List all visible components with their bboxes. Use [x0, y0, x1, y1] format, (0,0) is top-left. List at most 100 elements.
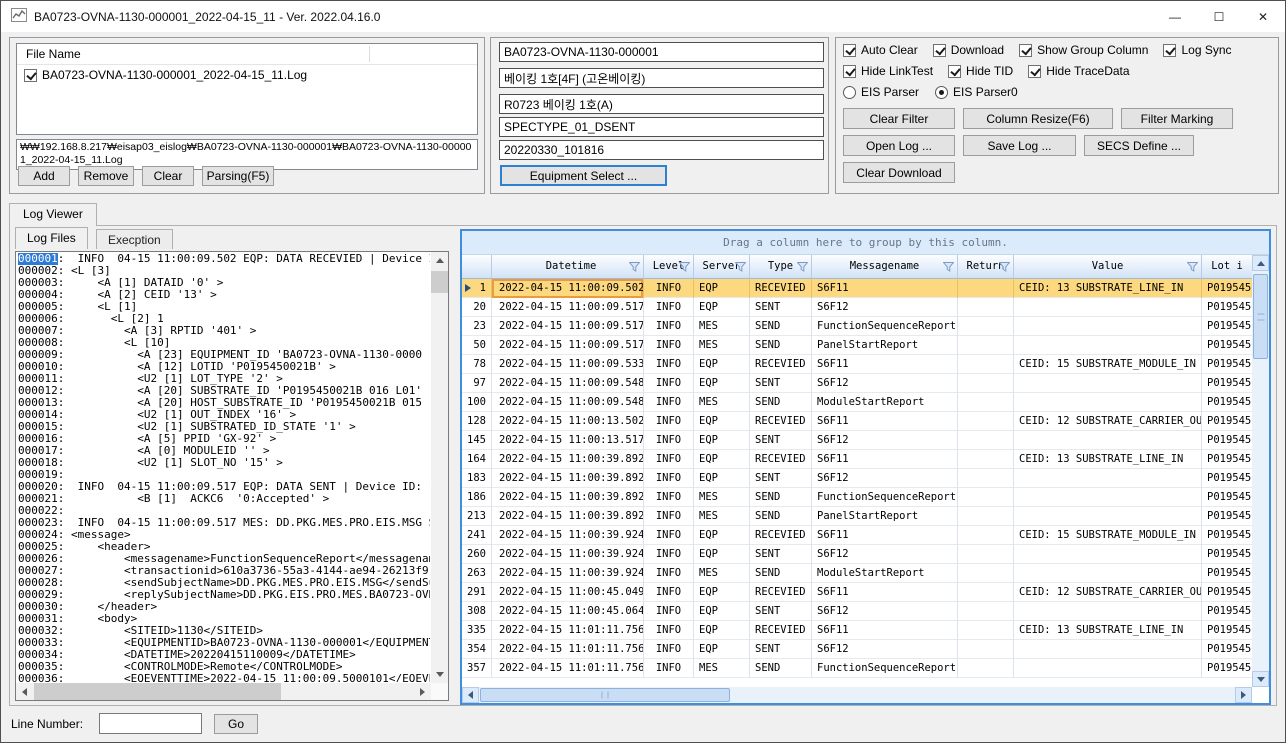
- grid-header-lot[interactable]: Lot i: [1202, 255, 1252, 279]
- checkbox-2[interactable]: Show Group Column: [1019, 43, 1148, 57]
- grid-scroll-down-icon[interactable]: [1252, 671, 1269, 687]
- filter-marking-button[interactable]: Filter Marking: [1121, 108, 1233, 129]
- secs-define-button[interactable]: SECS Define ...: [1084, 135, 1194, 156]
- radio-parser-0[interactable]: EIS Parser: [843, 85, 919, 99]
- equipment-field-5[interactable]: [499, 140, 824, 160]
- line-number-input[interactable]: [99, 713, 202, 734]
- open-log-button[interactable]: Open Log ...: [843, 135, 955, 156]
- table-row[interactable]: 12022-04-15 11:00:09.502INFOEQPRECEVIEDS…: [462, 279, 1252, 298]
- filter-icon[interactable]: [797, 262, 808, 272]
- clear-filter-button[interactable]: Clear Filter: [843, 108, 955, 129]
- remove-button[interactable]: Remove: [78, 166, 134, 186]
- checkbox-icon[interactable]: [933, 44, 946, 57]
- table-row[interactable]: 232022-04-15 11:00:09.517INFOMESSENDFunc…: [462, 317, 1252, 336]
- table-row[interactable]: 202022-04-15 11:00:09.517INFOEQPSENTS6F1…: [462, 298, 1252, 317]
- file-list-header[interactable]: File Name: [17, 44, 477, 65]
- checkbox-0[interactable]: Hide LinkTest: [843, 64, 933, 78]
- checkbox-icon[interactable]: [1019, 44, 1032, 57]
- tab-exception[interactable]: Execption: [96, 229, 173, 249]
- table-row[interactable]: 782022-04-15 11:00:09.533INFOEQPRECEVIED…: [462, 355, 1252, 374]
- grid-vscroll-thumb[interactable]: [1253, 274, 1268, 359]
- grid-vertical-scrollbar[interactable]: [1252, 255, 1269, 687]
- tab-log-viewer[interactable]: Log Viewer: [9, 203, 97, 226]
- minimize-icon[interactable]: —: [1153, 1, 1197, 32]
- checkbox-0[interactable]: Auto Clear: [843, 43, 918, 57]
- parsing-button[interactable]: Parsing(F5): [202, 166, 274, 186]
- checkbox-icon[interactable]: [843, 44, 856, 57]
- checkbox-icon[interactable]: [948, 65, 961, 78]
- equipment-field-1[interactable]: [499, 42, 824, 62]
- checkbox-icon[interactable]: [1163, 44, 1176, 57]
- filter-icon[interactable]: [999, 262, 1010, 272]
- log-vertical-scrollbar[interactable]: [431, 252, 448, 683]
- checkbox-1[interactable]: Hide TID: [948, 64, 1013, 78]
- equipment-field-4[interactable]: [499, 117, 824, 137]
- column-resize-button[interactable]: Column Resize(F6): [963, 108, 1113, 129]
- equipment-select-button[interactable]: Equipment Select ...: [500, 165, 667, 186]
- table-row[interactable]: 1862022-04-15 11:00:39.892INFOMESSENDFun…: [462, 488, 1252, 507]
- table-row[interactable]: 1452022-04-15 11:00:13.517INFOEQPSENTS6F…: [462, 431, 1252, 450]
- radio-icon[interactable]: [843, 86, 856, 99]
- grid-header-mn[interactable]: Messagename: [812, 255, 958, 279]
- log-hscroll-thumb[interactable]: [34, 683, 281, 700]
- table-row[interactable]: 502022-04-15 11:00:09.517INFOMESSENDPane…: [462, 336, 1252, 355]
- grid-scroll-up-icon[interactable]: [1252, 255, 1269, 271]
- equipment-field-3[interactable]: [499, 94, 824, 114]
- grid-group-panel[interactable]: Drag a column here to group by this colu…: [462, 231, 1269, 255]
- grid-header-val[interactable]: Value: [1014, 255, 1202, 279]
- table-row[interactable]: 2602022-04-15 11:00:39.924INFOEQPSENTS6F…: [462, 545, 1252, 564]
- table-row[interactable]: 1832022-04-15 11:00:39.892INFOEQPSENTS6F…: [462, 469, 1252, 488]
- filter-icon[interactable]: [943, 262, 954, 272]
- maximize-icon[interactable]: ☐: [1197, 1, 1241, 32]
- log-text-area[interactable]: 000001: INFO 04-15 11:00:09.502 EQP: DAT…: [15, 251, 449, 701]
- filter-icon[interactable]: [629, 262, 640, 272]
- checkbox-icon[interactable]: [843, 65, 856, 78]
- table-row[interactable]: 2132022-04-15 11:00:39.892INFOMESSENDPan…: [462, 507, 1252, 526]
- table-row[interactable]: 2412022-04-15 11:00:39.924INFOEQPRECEVIE…: [462, 526, 1252, 545]
- table-row[interactable]: 3082022-04-15 11:00:45.064INFOEQPSENTS6F…: [462, 602, 1252, 621]
- checkbox-icon[interactable]: [1028, 65, 1041, 78]
- table-row[interactable]: 3542022-04-15 11:01:11.756INFOEQPSENTS6F…: [462, 640, 1252, 659]
- scroll-down-icon[interactable]: [431, 666, 448, 683]
- equipment-field-2[interactable]: [499, 68, 824, 88]
- radio-parser-1[interactable]: EIS Parser0: [935, 85, 1018, 99]
- checkbox-1[interactable]: Download: [933, 43, 1004, 57]
- grid-header-tp[interactable]: Type: [750, 255, 812, 279]
- tab-log-files[interactable]: Log Files: [15, 227, 88, 249]
- table-row[interactable]: 972022-04-15 11:00:09.548INFOEQPSENTS6F1…: [462, 374, 1252, 393]
- scroll-right-icon[interactable]: [414, 683, 431, 700]
- log-grid[interactable]: Drag a column here to group by this colu…: [460, 229, 1271, 705]
- grid-scroll-right-icon[interactable]: [1235, 687, 1252, 703]
- table-row[interactable]: 3572022-04-15 11:01:11.756INFOMESSENDFun…: [462, 659, 1252, 678]
- table-row[interactable]: 2632022-04-15 11:00:39.924INFOMESSENDMod…: [462, 564, 1252, 583]
- checkbox-3[interactable]: Log Sync: [1163, 43, 1231, 57]
- scroll-up-icon[interactable]: [431, 252, 448, 269]
- file-checkbox[interactable]: [24, 69, 37, 82]
- close-icon[interactable]: ✕: [1241, 1, 1285, 32]
- file-list-item[interactable]: BA0723-OVNA-1130-000001_2022-04-15_11.Lo…: [17, 65, 477, 82]
- clear-button[interactable]: Clear: [142, 166, 194, 186]
- go-button[interactable]: Go: [214, 714, 258, 734]
- filter-icon[interactable]: [679, 262, 690, 272]
- table-row[interactable]: 3352022-04-15 11:01:11.756INFOEQPRECEVIE…: [462, 621, 1252, 640]
- grid-hscroll-thumb[interactable]: [480, 688, 730, 702]
- grid-header-lv[interactable]: Level: [644, 255, 694, 279]
- grid-horizontal-scrollbar[interactable]: [462, 687, 1252, 703]
- table-row[interactable]: 2912022-04-15 11:00:45.049INFOEQPRECEVIE…: [462, 583, 1252, 602]
- file-list[interactable]: File Name BA0723-OVNA-1130-000001_2022-0…: [16, 43, 478, 135]
- table-row[interactable]: 1282022-04-15 11:00:13.502INFOEQPRECEVIE…: [462, 412, 1252, 431]
- filter-icon[interactable]: [735, 262, 746, 272]
- clear-download-button[interactable]: Clear Download: [843, 162, 955, 183]
- table-row[interactable]: 1642022-04-15 11:00:39.892INFOEQPRECEVIE…: [462, 450, 1252, 469]
- grid-header-dt[interactable]: Datetime: [492, 255, 644, 279]
- grid-scroll-left-icon[interactable]: [462, 687, 479, 703]
- log-horizontal-scrollbar[interactable]: [16, 683, 431, 700]
- save-log-button[interactable]: Save Log ...: [963, 135, 1076, 156]
- checkbox-2[interactable]: Hide TraceData: [1028, 64, 1129, 78]
- add-button[interactable]: Add: [18, 166, 70, 186]
- log-vscroll-thumb[interactable]: [431, 271, 448, 293]
- table-row[interactable]: 1002022-04-15 11:00:09.548INFOMESSENDMod…: [462, 393, 1252, 412]
- scroll-left-icon[interactable]: [16, 683, 33, 700]
- filter-icon[interactable]: [1187, 262, 1198, 272]
- grid-header-rt[interactable]: Return: [958, 255, 1014, 279]
